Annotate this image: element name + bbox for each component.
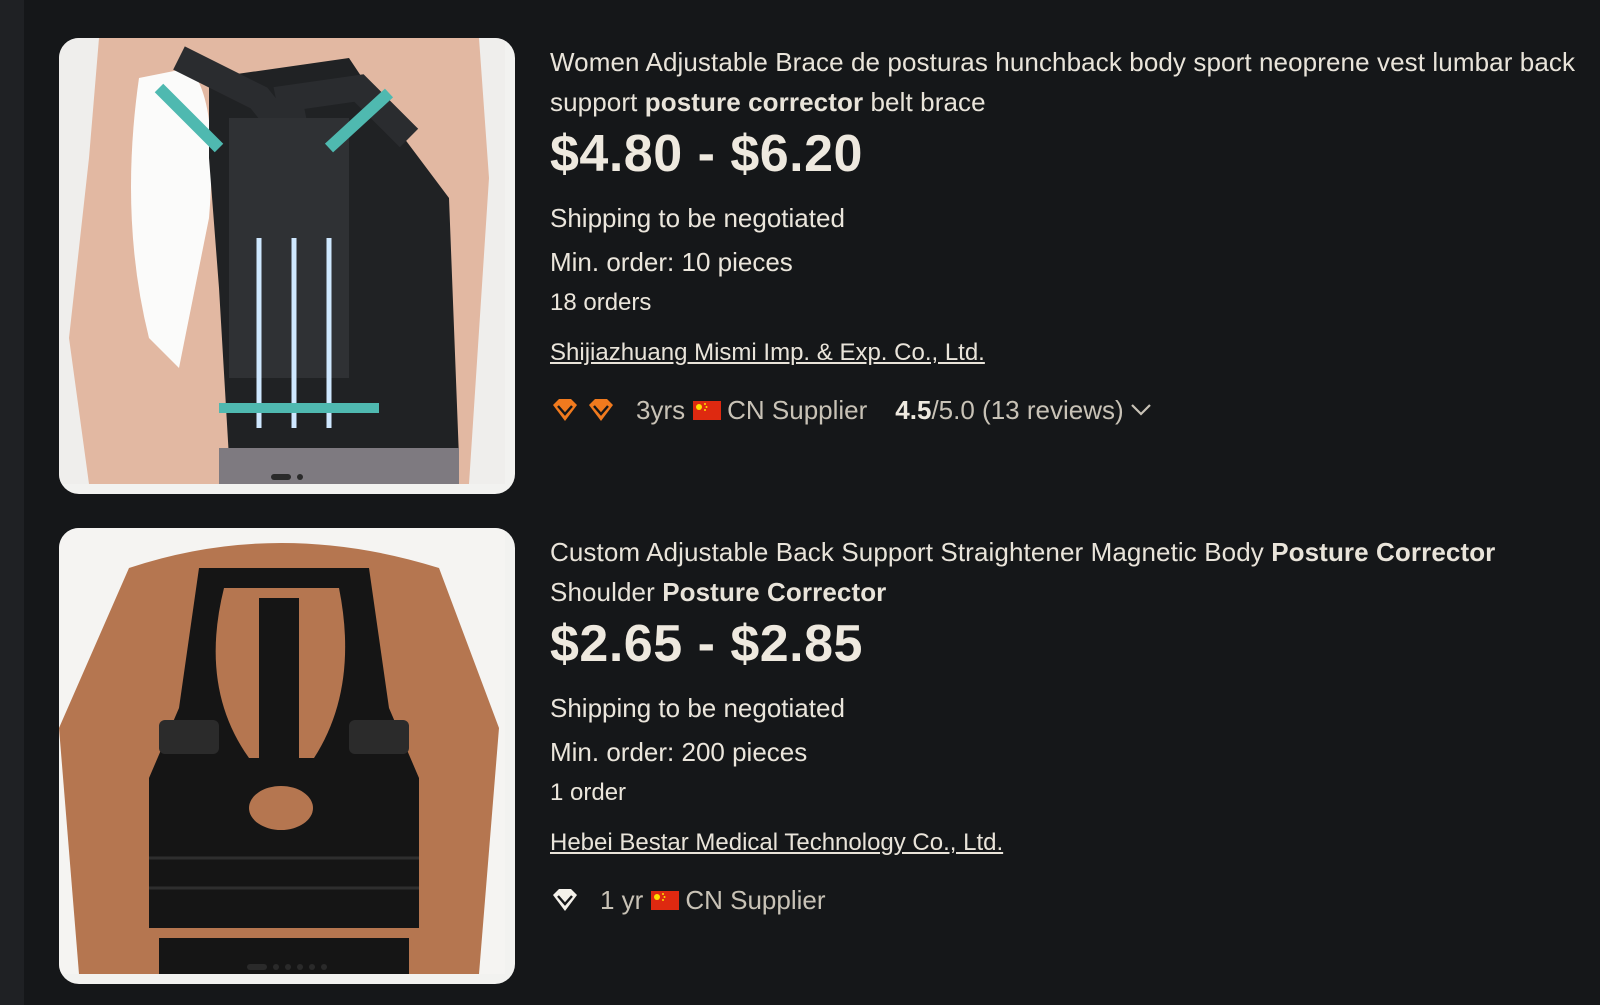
shipping-text: Shipping to be negotiated xyxy=(550,693,845,723)
white-diamond-icon xyxy=(553,889,577,911)
posture-corrector-man-image xyxy=(59,528,505,974)
left-sidebar-edge xyxy=(0,0,24,1005)
product-card: Custom Adjustable Back Support Straighte… xyxy=(59,528,1590,984)
title-text: belt brace xyxy=(863,87,986,117)
title-highlight: Posture Corrector xyxy=(662,577,887,607)
supplier-years: 1 yr xyxy=(600,884,644,915)
carousel-dot[interactable] xyxy=(247,964,267,970)
product-title[interactable]: Women Adjustable Brace de posturas hunch… xyxy=(550,42,1590,122)
carousel-dot[interactable] xyxy=(271,474,291,480)
rating-dropdown[interactable]: 4.5/5.0 (13 reviews) xyxy=(895,395,1151,426)
product-image[interactable] xyxy=(59,38,515,494)
carousel-dot[interactable] xyxy=(285,964,291,970)
supplier-type: CN Supplier xyxy=(685,884,826,915)
product-card: Women Adjustable Brace de posturas hunch… xyxy=(59,38,1590,494)
title-highlight: posture corrector xyxy=(644,87,864,117)
carousel-dot[interactable] xyxy=(297,964,303,970)
china-flag-icon xyxy=(693,400,722,420)
orders-count: 1 order xyxy=(550,779,627,806)
supplier-link[interactable]: Shijiazhuang Mismi Imp. & Exp. Co., Ltd. xyxy=(550,336,985,370)
product-title[interactable]: Custom Adjustable Back Support Straighte… xyxy=(550,532,1590,612)
chevron-down-icon xyxy=(1130,404,1151,416)
orange-diamond-icon xyxy=(553,399,577,421)
shipping-text: Shipping to be negotiated xyxy=(550,203,845,233)
supplier-meta: 3yrs CN Supplier 4.5/5.0 (13 reviews) xyxy=(550,390,1590,430)
rating-score: 4.5 xyxy=(895,394,932,425)
product-info: Women Adjustable Brace de posturas hunch… xyxy=(550,42,1590,430)
product-image[interactable] xyxy=(59,528,515,984)
image-carousel-dots[interactable] xyxy=(59,964,515,970)
carousel-dot[interactable] xyxy=(297,474,303,480)
title-text: Shoulder xyxy=(550,577,663,607)
china-flag-icon xyxy=(651,890,680,910)
posture-brace-woman-image xyxy=(59,38,505,484)
min-order-text: Min. order: 200 pieces xyxy=(550,737,808,767)
price-range: $2.65 - $2.85 xyxy=(550,615,863,673)
orders-count: 18 orders xyxy=(550,289,652,316)
image-carousel-dots[interactable] xyxy=(59,474,515,480)
rating-details: /5.0 (13 reviews) xyxy=(931,394,1124,425)
carousel-dot[interactable] xyxy=(321,964,327,970)
supplier-link[interactable]: Hebei Bestar Medical Technology Co., Ltd… xyxy=(550,826,1003,860)
min-order-text: Min. order: 10 pieces xyxy=(550,247,793,277)
product-info: Custom Adjustable Back Support Straighte… xyxy=(550,532,1590,920)
carousel-dot[interactable] xyxy=(309,964,315,970)
supplier-meta: 1 yr CN Supplier xyxy=(550,880,1590,920)
supplier-years: 3yrs xyxy=(636,394,686,425)
orange-diamond-icon xyxy=(589,399,613,421)
carousel-dot[interactable] xyxy=(273,964,279,970)
supplier-type: CN Supplier xyxy=(727,394,868,425)
title-highlight: Posture Corrector xyxy=(1271,537,1496,567)
title-text: Custom Adjustable Back Support Straighte… xyxy=(550,537,1272,567)
price-range: $4.80 - $6.20 xyxy=(550,125,863,183)
